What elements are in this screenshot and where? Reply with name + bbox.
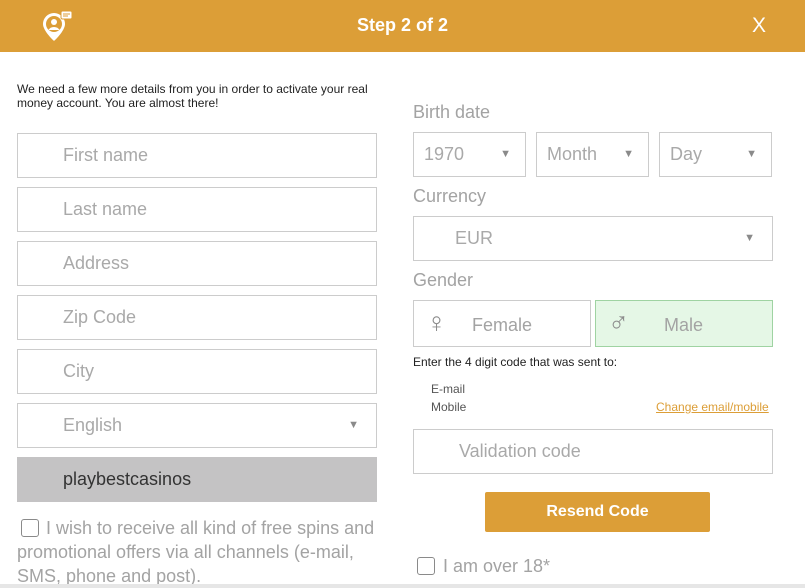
birth-date-label: Birth date	[413, 102, 491, 122]
zip-code-input[interactable]: Zip Code	[17, 295, 377, 340]
address-placeholder: Address	[63, 253, 130, 273]
chevron-down-icon: ▼	[746, 148, 757, 160]
gender-female-option[interactable]: ♀ Female	[413, 300, 591, 347]
gender-male-option[interactable]: ♂ Male	[595, 300, 773, 347]
city-placeholder: City	[63, 361, 94, 381]
birth-year-value: 1970	[424, 144, 465, 164]
first-name-placeholder: First name	[63, 145, 149, 165]
chevron-down-icon: ▼	[744, 232, 755, 244]
age-checkbox-label: I am over 18*	[443, 556, 551, 576]
change-email-mobile-link[interactable]: Change email/mobile	[656, 400, 769, 414]
birth-month-value: Month	[547, 144, 598, 164]
bottom-divider	[0, 584, 805, 588]
birth-month-select[interactable]: Month ▼	[536, 132, 649, 177]
birth-day-value: Day	[670, 144, 703, 164]
validation-code-placeholder: Validation code	[459, 441, 581, 461]
close-button[interactable]: X	[752, 14, 766, 38]
birth-day-select[interactable]: Day ▼	[659, 132, 772, 177]
male-icon: ♂	[608, 307, 629, 338]
female-icon: ♀	[426, 307, 447, 338]
chevron-down-icon: ▼	[500, 148, 511, 160]
email-label: E-mail	[431, 382, 466, 396]
modal-header: Step 2 of 2 X	[0, 0, 805, 52]
birth-year-select[interactable]: 1970 ▼	[413, 132, 526, 177]
currency-select[interactable]: EUR ▼	[413, 216, 773, 261]
affiliate-value: playbestcasinos	[63, 469, 192, 489]
language-select[interactable]: English ▼	[17, 403, 377, 448]
validation-code-input[interactable]: Validation code	[413, 429, 773, 474]
chevron-down-icon: ▼	[348, 419, 359, 431]
intro-text: We need a few more details from you in o…	[17, 82, 368, 110]
currency-value: EUR	[455, 228, 494, 248]
last-name-placeholder: Last name	[63, 199, 148, 219]
male-label: Male	[664, 315, 704, 335]
mobile-label: Mobile	[431, 400, 467, 414]
city-input[interactable]: City	[17, 349, 377, 394]
chevron-down-icon: ▼	[623, 148, 634, 160]
resend-code-button[interactable]: Resend Code	[485, 492, 710, 532]
affiliate-field: playbestcasinos	[17, 457, 377, 502]
gender-label: Gender	[413, 270, 474, 290]
age-checkbox[interactable]	[417, 557, 435, 575]
zip-code-placeholder: Zip Code	[63, 307, 137, 327]
promo-checkbox-label: I wish to receive all kind of free spins…	[17, 518, 375, 586]
female-label: Female	[472, 315, 533, 335]
last-name-input[interactable]: Last name	[17, 187, 377, 232]
currency-label: Currency	[413, 186, 487, 206]
first-name-input[interactable]: First name	[17, 133, 377, 178]
address-input[interactable]: Address	[17, 241, 377, 286]
language-value: English	[63, 415, 123, 435]
modal-title: Step 2 of 2	[356, 15, 449, 35]
code-instructions: Enter the 4 digit code that was sent to:	[413, 355, 618, 369]
